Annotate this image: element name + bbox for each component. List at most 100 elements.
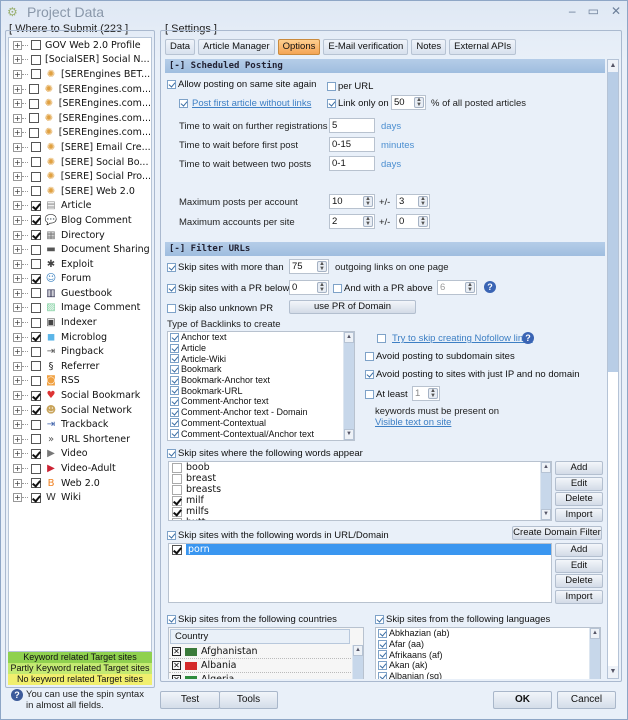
tab-data[interactable]: Data (165, 39, 196, 55)
language-item[interactable]: Akan (ak) (376, 660, 600, 671)
tree-item[interactable]: + ▨ Image Comment (9, 301, 151, 316)
language-checkbox[interactable] (378, 671, 387, 679)
expand-icon[interactable]: + (13, 347, 22, 357)
tab-article-manager[interactable]: Article Manager (198, 39, 275, 55)
tree-item-checkbox[interactable] (31, 200, 41, 211)
tree-item-checkbox[interactable] (31, 332, 41, 343)
skip-pr-below-checkbox[interactable]: Skip sites with a PR below (167, 283, 289, 294)
tree-item-checkbox[interactable] (31, 230, 41, 241)
expand-icon[interactable]: + (13, 128, 22, 138)
skip-url-words-add-button[interactable]: Add (555, 543, 603, 557)
expand-icon[interactable]: + (13, 478, 22, 488)
skip-words-edit-button[interactable]: Edit (555, 476, 603, 491)
skip-word-item[interactable]: milfs (169, 506, 551, 517)
tree-item[interactable]: + ☻ Social Network (9, 403, 151, 418)
visible-text-link[interactable]: Visible text on site (375, 417, 451, 428)
language-item[interactable]: Afar (aa) (376, 639, 600, 650)
expand-icon[interactable]: + (13, 493, 22, 503)
backlink-type-item[interactable]: Comment-Contextual/Anchor text (168, 428, 354, 439)
tree-item-checkbox[interactable] (31, 259, 41, 270)
country-item[interactable]: ✕ Albania (169, 659, 351, 673)
language-checkbox[interactable] (378, 660, 387, 670)
spin-icon[interactable]: ▲ ▼ (363, 196, 373, 207)
tree-item-checkbox[interactable] (31, 302, 41, 313)
skip-url-words-checkbox[interactable]: Skip sites with the following words in U… (167, 530, 389, 541)
spin-icon[interactable]: ▲ ▼ (428, 388, 438, 399)
backlink-type-item[interactable]: Article (168, 343, 354, 354)
backlink-type-checkbox[interactable] (170, 407, 179, 417)
spin-icon[interactable]: ▲ ▼ (363, 216, 373, 227)
languages-scrollbar[interactable]: ▲▼ (589, 628, 600, 679)
skip-words-list[interactable]: boobbreastbreastsmilfmilfsbutt ▲▼ (168, 461, 552, 521)
skip-word-checkbox[interactable] (172, 506, 182, 517)
url-word-checkbox[interactable] (172, 544, 182, 555)
backlink-type-checkbox[interactable] (170, 375, 179, 385)
outgoing-links-input[interactable]: 75 ▲ ▼ (289, 259, 329, 274)
link-only-percent-input[interactable]: 50 ▲ ▼ (391, 95, 426, 110)
backlink-type-item[interactable]: Bookmark-Anchor text (168, 375, 354, 386)
language-item[interactable]: Afrikaans (af) (376, 649, 600, 660)
skip-word-item[interactable]: breasts (169, 484, 551, 495)
language-checkbox[interactable] (378, 650, 387, 660)
tools-button[interactable]: Tools (219, 691, 278, 709)
skip-words-import-button[interactable]: Import (555, 507, 603, 522)
tree-item-checkbox[interactable] (31, 405, 41, 416)
tree-item-checkbox[interactable] (28, 84, 39, 95)
tree-item-checkbox[interactable] (31, 463, 41, 474)
expand-icon[interactable]: + (13, 201, 22, 211)
engine-tree[interactable]: + GOV Web 2.0 Profile + [SocialSER] Social … (8, 37, 152, 652)
scroll-down-arrow[interactable]: ▼ (608, 666, 618, 678)
backlinks-scrollbar[interactable]: ▲ ▼ (343, 332, 354, 440)
expand-icon[interactable]: + (13, 99, 22, 109)
skip-words-delete-button[interactable]: Delete (555, 492, 603, 506)
tree-item[interactable]: + ◼ Microblog (9, 330, 151, 345)
max-accounts-input[interactable]: 2 ▲ ▼ (329, 214, 375, 229)
per-url-checkbox[interactable]: per URL (327, 81, 373, 92)
tree-item[interactable]: + ⇥ Pingback (9, 344, 151, 359)
tree-item[interactable]: + ✺ [SERE] Social Pro... (9, 169, 151, 184)
tree-item[interactable]: + ✺ [SEREngines BET... (9, 67, 151, 82)
expand-icon[interactable]: + (13, 230, 22, 240)
tree-item-checkbox[interactable] (28, 127, 39, 138)
tree-item[interactable]: + ▶ Video (9, 447, 151, 462)
skip-words-add-button[interactable]: Add (555, 461, 603, 475)
tab-e-mail-verification[interactable]: E-Mail verification (323, 39, 409, 55)
expand-icon[interactable]: + (13, 288, 22, 298)
help-icon[interactable]: ? (484, 281, 496, 293)
tree-item[interactable]: + ▥ Guestbook (9, 286, 151, 301)
tab-options[interactable]: Options (277, 39, 321, 55)
spin-icon[interactable]: ▲ ▼ (317, 261, 327, 272)
tree-item-checkbox[interactable] (31, 69, 41, 80)
tree-item-checkbox[interactable] (31, 492, 41, 503)
link-only-checkbox[interactable]: Link only on (327, 98, 389, 109)
skip-countries-checkbox[interactable]: Skip sites from the following countries (167, 614, 337, 625)
skip-words-checkbox[interactable]: Skip sites where the following words app… (167, 448, 363, 459)
tree-item-checkbox[interactable] (31, 448, 41, 459)
spin-icon[interactable]: ▲ ▼ (418, 196, 428, 207)
maximize-button[interactable]: ▭ (588, 4, 599, 18)
expand-icon[interactable]: + (13, 449, 22, 459)
backlink-types-list[interactable]: Anchor text Article Article-Wiki Bookmark Bo… (167, 331, 355, 441)
tree-item[interactable]: + ✺ [SERE] Social Bo... (9, 155, 151, 170)
backlink-type-checkbox[interactable] (170, 386, 179, 396)
tree-item[interactable]: + B Web 2.0 (9, 476, 151, 491)
tree-item-checkbox[interactable] (31, 40, 41, 51)
tree-item-checkbox[interactable] (31, 419, 41, 430)
scheduled-posting-header[interactable]: [-] Scheduled Posting (165, 59, 605, 73)
expand-icon[interactable]: + (13, 361, 22, 371)
max-posts-delta-input[interactable]: 3 ▲ ▼ (396, 194, 430, 209)
ok-button[interactable]: OK (493, 691, 552, 709)
minimize-button[interactable]: – (569, 4, 576, 18)
tree-item[interactable]: + » URL Shortener (9, 432, 151, 447)
tree-item[interactable]: + ▤ Article (9, 199, 151, 214)
wait-input[interactable]: 0-15 (329, 137, 375, 152)
expand-icon[interactable]: + (13, 69, 22, 79)
tree-item-checkbox[interactable] (31, 317, 41, 328)
tree-item-checkbox[interactable] (31, 215, 41, 226)
expand-icon[interactable]: + (13, 303, 22, 313)
language-item[interactable]: Albanian (sq) (376, 671, 600, 679)
tree-item[interactable]: + 💬 Blog Comment (9, 213, 151, 228)
expand-icon[interactable]: + (13, 420, 22, 430)
tree-item[interactable]: + W Wiki (9, 490, 151, 505)
url-word-item[interactable]: porn (169, 544, 551, 555)
